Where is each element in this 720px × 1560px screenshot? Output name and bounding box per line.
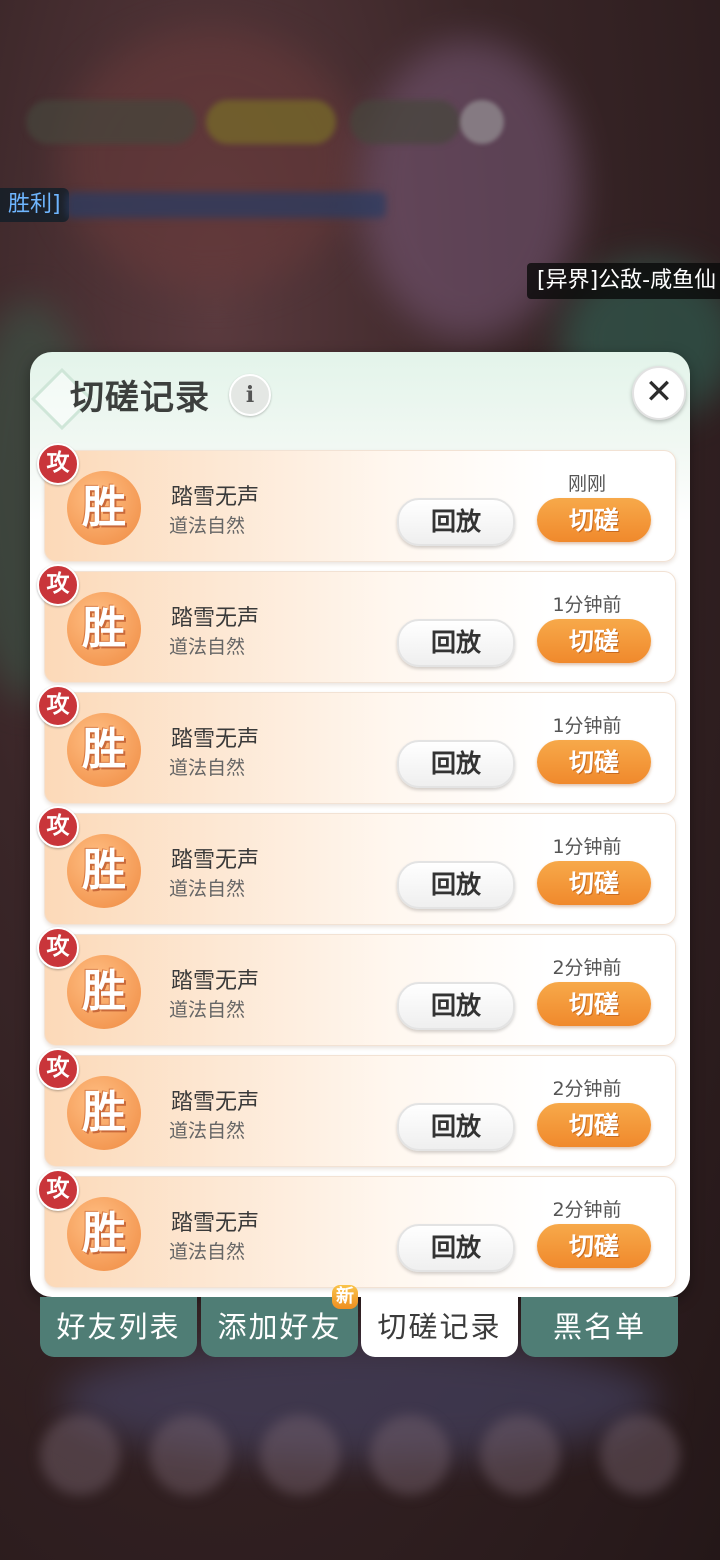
attack-badge-icon: 攻 (37, 927, 79, 969)
hud-currency-pill (206, 100, 336, 144)
win-result-icon: 胜 (67, 1197, 141, 1271)
tab-friend-list[interactable]: 好友列表 (40, 1297, 197, 1357)
player-title-tag: [异界]公敌-咸鱼仙 (527, 263, 720, 299)
replay-button[interactable]: 回放 (397, 861, 515, 909)
record-row: 胜 攻 踏雪无声 道法自然 1分钟前 回放 切磋 (37, 806, 676, 925)
attack-badge-icon: 攻 (37, 1169, 79, 1211)
new-badge: 新 (332, 1285, 358, 1309)
attack-badge-icon: 攻 (37, 564, 79, 606)
record-time: 2分钟前 (552, 1199, 622, 1221)
win-result-icon: 胜 (67, 955, 141, 1029)
attack-badge-icon: 攻 (37, 685, 79, 727)
record-row: 胜 攻 踏雪无声 道法自然 2分钟前 回放 切磋 (37, 1169, 676, 1288)
opponent-name: 踏雪无声 (171, 1211, 260, 1236)
opponent-name: 踏雪无声 (171, 848, 260, 873)
replay-button[interactable]: 回放 (397, 1224, 515, 1272)
attack-badge-icon: 攻 (37, 806, 79, 848)
record-row: 胜 攻 踏雪无声 道法自然 刚刚 回放 切磋 (37, 443, 676, 562)
spar-button[interactable]: 切磋 (537, 619, 651, 663)
chat-line-blurred (66, 192, 386, 218)
win-result-icon: 胜 (67, 471, 141, 545)
record-time: 1分钟前 (552, 715, 622, 737)
hud-add-icon[interactable] (460, 100, 504, 144)
opponent-school: 道法自然 (169, 1120, 246, 1142)
tab-label: 好友列表 (56, 1310, 181, 1344)
spar-button[interactable]: 切磋 (537, 498, 651, 542)
opponent-name: 踏雪无声 (171, 485, 260, 510)
attack-badge-icon: 攻 (37, 443, 79, 485)
record-time: 2分钟前 (552, 1078, 622, 1100)
record-time: 2分钟前 (552, 957, 622, 979)
record-row: 胜 攻 踏雪无声 道法自然 1分钟前 回放 切磋 (37, 685, 676, 804)
spar-record-panel: 切磋记录 i ✕ 胜 攻 踏雪无声 道法自然 刚刚 回放 切磋 胜 攻 踏雪无声… (30, 352, 690, 1297)
opponent-school: 道法自然 (169, 757, 246, 779)
spar-button[interactable]: 切磋 (537, 1103, 651, 1147)
chat-tag-left: 胜利] (0, 188, 69, 222)
opponent-name: 踏雪无声 (171, 606, 260, 631)
opponent-school: 道法自然 (169, 636, 246, 658)
replay-button[interactable]: 回放 (397, 740, 515, 788)
tab-label: 切磋记录 (377, 1310, 502, 1344)
opponent-name: 踏雪无声 (171, 727, 260, 752)
win-result-icon: 胜 (67, 713, 141, 787)
opponent-school: 道法自然 (169, 1241, 246, 1263)
hud-resource-pill (350, 100, 460, 144)
replay-button[interactable]: 回放 (397, 982, 515, 1030)
close-button[interactable]: ✕ (632, 366, 686, 420)
panel-title: 切磋记录 (70, 378, 210, 418)
record-time: 1分钟前 (552, 594, 622, 616)
opponent-school: 道法自然 (169, 878, 246, 900)
win-result-icon: 胜 (67, 834, 141, 908)
opponent-name: 踏雪无声 (171, 969, 260, 994)
record-time: 1分钟前 (552, 836, 622, 858)
record-time: 刚刚 (567, 473, 606, 495)
opponent-school: 道法自然 (169, 515, 246, 537)
replay-button[interactable]: 回放 (397, 498, 515, 546)
attack-badge-icon: 攻 (37, 1048, 79, 1090)
record-row: 胜 攻 踏雪无声 道法自然 2分钟前 回放 切磋 (37, 1048, 676, 1167)
tab-blacklist[interactable]: 黑名单 (521, 1297, 678, 1357)
spar-button[interactable]: 切磋 (537, 740, 651, 784)
tab-spar-record[interactable]: 切磋记录 (361, 1297, 518, 1357)
panel-header: 切磋记录 i ✕ (30, 352, 690, 438)
opponent-name: 踏雪无声 (171, 1090, 260, 1115)
opponent-school: 道法自然 (169, 999, 246, 1021)
win-result-icon: 胜 (67, 1076, 141, 1150)
spar-button[interactable]: 切磋 (537, 982, 651, 1026)
replay-button[interactable]: 回放 (397, 1103, 515, 1151)
win-result-icon: 胜 (67, 592, 141, 666)
tab-label: 添加好友 (217, 1310, 342, 1344)
spar-button[interactable]: 切磋 (537, 861, 651, 905)
bottom-menu-icons (40, 1415, 700, 1505)
hud-player-pill (26, 100, 196, 144)
spar-button[interactable]: 切磋 (537, 1224, 651, 1268)
bottom-tabs: 好友列表 添加好友新切磋记录 黑名单 (40, 1285, 680, 1357)
record-row: 胜 攻 踏雪无声 道法自然 2分钟前 回放 切磋 (37, 927, 676, 1046)
tab-label: 黑名单 (552, 1310, 646, 1344)
info-icon[interactable]: i (229, 374, 271, 416)
record-row: 胜 攻 踏雪无声 道法自然 1分钟前 回放 切磋 (37, 564, 676, 683)
replay-button[interactable]: 回放 (397, 619, 515, 667)
